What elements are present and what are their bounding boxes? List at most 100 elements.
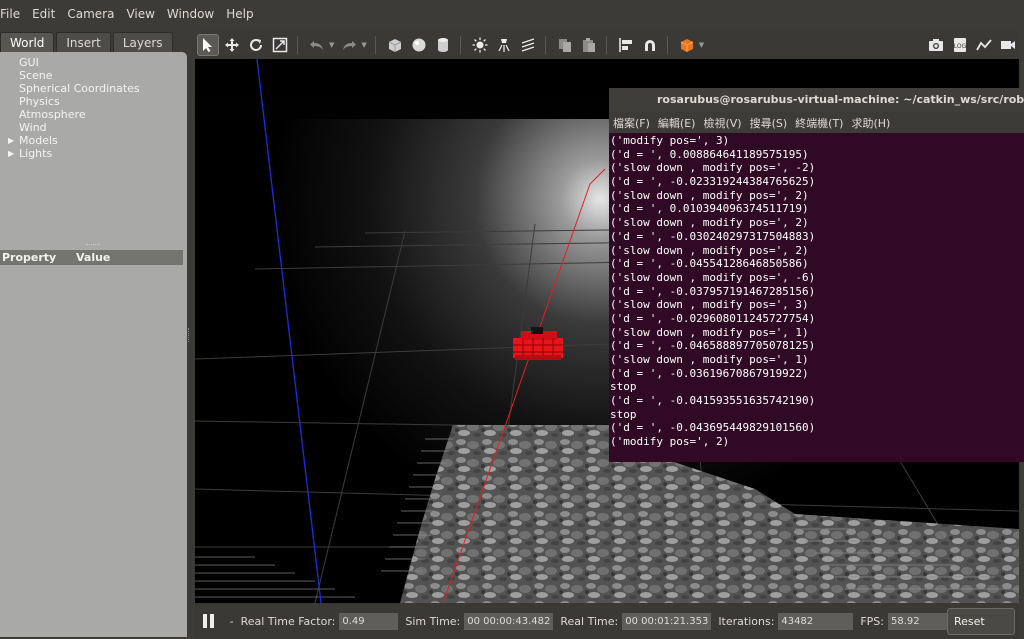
sim-time-label: Sim Time: <box>405 614 461 628</box>
plot-icon[interactable] <box>973 34 995 56</box>
toolbar-separator <box>544 36 546 54</box>
toolbar-separator <box>666 36 668 54</box>
tree-item-label: Atmosphere <box>19 108 86 121</box>
directional-light-icon[interactable] <box>517 34 539 56</box>
terminal-menu-edit[interactable]: 編輯(E) <box>658 115 696 131</box>
real-time-label: Real Time: <box>560 614 619 628</box>
redo-dropdown-icon[interactable]: ▼ <box>361 41 366 49</box>
menu-window[interactable]: Window <box>161 0 220 28</box>
terminal-menu-bar: 檔案(F) 編輯(E) 檢視(V) 搜尋(S) 終端機(T) 求助(H) <box>609 112 1024 133</box>
svg-text:LOG: LOG <box>954 43 967 50</box>
terminal-window[interactable]: rosarubus@rosarubus-virtual-machine: ~/c… <box>609 88 1024 462</box>
tab-world[interactable]: World <box>0 32 55 52</box>
value-column-header: Value <box>76 251 111 264</box>
terminal-menu-view[interactable]: 檢視(V) <box>703 115 741 131</box>
terminal-menu-help[interactable]: 求助(H) <box>851 115 890 131</box>
menu-file[interactable]: File <box>0 0 26 28</box>
tree-item-atmosphere[interactable]: Atmosphere <box>0 108 187 121</box>
left-panel: World Insert Layers GUI Scene Spherical … <box>0 28 190 639</box>
side-panel-resize-grip[interactable] <box>188 328 192 342</box>
world-tree: GUI Scene Spherical Coordinates Physics … <box>0 56 187 160</box>
rotate-icon[interactable] <box>245 34 267 56</box>
menu-view[interactable]: View <box>120 0 160 28</box>
step-indicator[interactable]: - <box>230 615 234 628</box>
undo-icon[interactable] <box>306 34 328 56</box>
align-icon[interactable] <box>615 34 637 56</box>
tree-item-physics[interactable]: Physics <box>0 95 187 108</box>
box-icon[interactable] <box>384 34 406 56</box>
paste-icon[interactable] <box>578 34 600 56</box>
real-time-factor-value: 0.49 <box>339 612 399 630</box>
real-time-value: 00 00:01:21.353 <box>622 612 712 630</box>
log-icon[interactable]: LOG <box>949 34 971 56</box>
terminal-line: ('modify pos=', 3) <box>610 134 730 147</box>
pause-icon[interactable] <box>203 614 214 628</box>
terminal-line: ('slow down , modify pos=', -6) <box>610 270 816 284</box>
video-icon[interactable] <box>997 34 1019 56</box>
terminal-menu-terminal[interactable]: 終端機(T) <box>795 115 843 131</box>
terminal-title[interactable]: rosarubus@rosarubus-virtual-machine: ~/c… <box>609 88 1024 112</box>
terminal-line: ('slow down , modify pos=', 1) <box>610 325 809 339</box>
tab-layers[interactable]: Layers <box>112 32 173 52</box>
expand-arrow-icon[interactable]: ▶ <box>8 147 14 160</box>
tree-item-label: Lights <box>19 147 53 160</box>
copy-icon[interactable] <box>554 34 576 56</box>
terminal-line: ('d = ', -0.037957191467285156) <box>610 284 816 298</box>
terminal-line: ('slow down , modify pos=', 2) <box>610 243 809 257</box>
toolbar-separator <box>459 36 461 54</box>
menu-help[interactable]: Help <box>220 0 259 28</box>
terminal-line: ('modify pos=', 2) <box>610 435 730 449</box>
terminal-line: ('slow down , modify pos=', 1) <box>610 353 809 366</box>
cylinder-icon[interactable] <box>432 34 454 56</box>
point-light-icon[interactable] <box>469 34 491 56</box>
terminal-menu-file[interactable]: 檔案(F) <box>613 115 650 131</box>
terminal-menu-search[interactable]: 搜尋(S) <box>750 115 788 131</box>
toolbar-separator <box>605 36 607 54</box>
scale-icon[interactable] <box>269 34 291 56</box>
tree-item-wind[interactable]: Wind <box>0 121 187 134</box>
sim-time-value: 00 00:00:43.482 <box>464 612 554 630</box>
panel-splitter-handle[interactable] <box>86 244 100 246</box>
terminal-line: ('d = ', 0.010394096374511719) <box>610 202 809 216</box>
toolbar-right-group: LOG <box>923 34 1019 56</box>
menu-camera[interactable]: Camera <box>61 0 120 28</box>
world-tab-body: GUI Scene Spherical Coordinates Physics … <box>0 52 187 637</box>
terminal-output[interactable]: ('modify pos=', 3) ('d = ', 0.0088646411… <box>609 133 1024 449</box>
spot-light-icon[interactable] <box>493 34 515 56</box>
tree-item-lights[interactable]: ▶ Lights <box>0 147 187 160</box>
terminal-line: ('d = ', -0.029608011245727754) <box>610 311 816 325</box>
tree-item-models[interactable]: ▶ Models <box>0 134 187 147</box>
terminal-line: ('slow down , modify pos=', 3) <box>610 298 809 312</box>
expand-arrow-icon[interactable]: ▶ <box>8 134 14 147</box>
select-icon[interactable] <box>197 34 219 56</box>
property-table-header: Property Value <box>0 250 183 265</box>
tree-item-label: Models <box>19 134 58 147</box>
toolbar-separator <box>374 36 376 54</box>
view-angle-icon[interactable] <box>676 34 698 56</box>
screenshot-icon[interactable] <box>925 34 947 56</box>
tree-item-gui[interactable]: GUI <box>0 56 187 69</box>
snap-icon[interactable] <box>639 34 661 56</box>
terminal-line: ('d = ', -0.046588897705078125) <box>610 339 816 353</box>
view-angle-dropdown-icon[interactable]: ▼ <box>699 41 704 49</box>
status-bar: - Real Time Factor: 0.49 Sim Time: 00 00… <box>195 603 1019 639</box>
sphere-icon[interactable] <box>408 34 430 56</box>
tree-item-label: Scene <box>19 69 53 82</box>
tree-item-scene[interactable]: Scene <box>0 69 187 82</box>
terminal-line: stop <box>610 407 637 421</box>
terminal-line: ('slow down , modify pos=', 2) <box>610 188 809 202</box>
undo-dropdown-icon[interactable]: ▼ <box>329 41 334 49</box>
terminal-line: ('d = ', -0.030240297317504883) <box>610 229 816 243</box>
left-tab-bar: World Insert Layers <box>0 32 175 52</box>
reset-time-button[interactable]: Reset Time <box>946 607 1015 635</box>
translate-icon[interactable] <box>221 34 243 56</box>
menu-edit[interactable]: Edit <box>26 0 61 28</box>
redo-icon[interactable] <box>338 34 360 56</box>
menu-bar: File Edit Camera View Window Help <box>0 0 1024 28</box>
tree-item-label: Spherical Coordinates <box>19 82 140 95</box>
toolbar-separator <box>297 36 298 54</box>
tree-item-spherical-coordinates[interactable]: Spherical Coordinates <box>0 82 187 95</box>
property-column-header: Property <box>2 251 57 264</box>
terminal-line: ('d = ', -0.043695449829101560) <box>610 421 816 435</box>
tab-insert[interactable]: Insert <box>56 32 111 52</box>
